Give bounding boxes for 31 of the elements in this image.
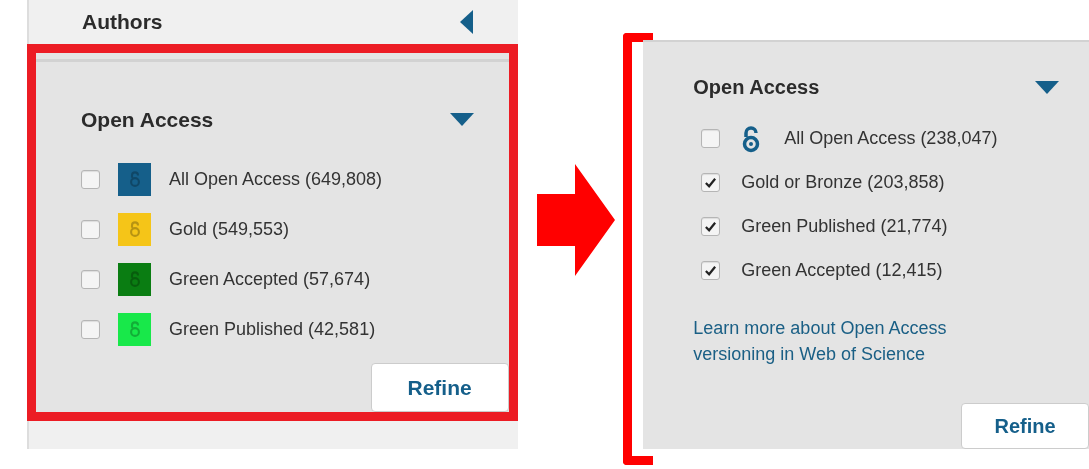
section-title: Authors xyxy=(82,9,163,36)
caret-down-icon[interactable] xyxy=(449,113,474,127)
check-icon xyxy=(704,220,718,233)
option-label[interactable]: Green Published (21,774) xyxy=(741,213,948,240)
option-label[interactable]: All Open Access (649,808) xyxy=(169,165,383,193)
arrow-icon xyxy=(537,163,616,276)
checkbox[interactable] xyxy=(81,319,100,339)
option-label[interactable]: Green Published (42,581) xyxy=(169,315,376,343)
checkbox[interactable] xyxy=(701,217,721,236)
refine-button[interactable]: Refine xyxy=(961,403,1089,449)
sidebar-header[interactable]: Authors xyxy=(27,0,518,44)
option-label[interactable]: Green Accepted (12,415) xyxy=(741,257,943,284)
caret-down-icon[interactable] xyxy=(1035,80,1059,94)
option-label[interactable]: Gold or Bronze (203,858) xyxy=(741,169,945,196)
refine-button[interactable]: Refine xyxy=(370,363,509,412)
checkbox[interactable] xyxy=(701,129,721,148)
option-label[interactable]: Green Accepted (57,674) xyxy=(169,265,371,293)
checkbox[interactable] xyxy=(81,269,100,289)
section-title: Open Access xyxy=(81,107,214,133)
checkbox[interactable] xyxy=(81,219,100,239)
option-label[interactable]: Gold (549,553) xyxy=(169,215,290,243)
section-title: Open Access xyxy=(693,75,820,100)
check-icon xyxy=(704,264,718,277)
caret-left-icon[interactable] xyxy=(459,10,473,34)
check-icon xyxy=(704,176,718,189)
checkbox[interactable] xyxy=(701,261,721,280)
checkbox[interactable] xyxy=(701,173,721,192)
learn-more-link[interactable]: Learn more about Open Access versioning in Web of Science xyxy=(693,315,984,367)
option-label[interactable]: All Open Access (238,047) xyxy=(784,125,998,152)
lock-icon xyxy=(741,124,762,153)
checkbox[interactable] xyxy=(81,169,100,189)
